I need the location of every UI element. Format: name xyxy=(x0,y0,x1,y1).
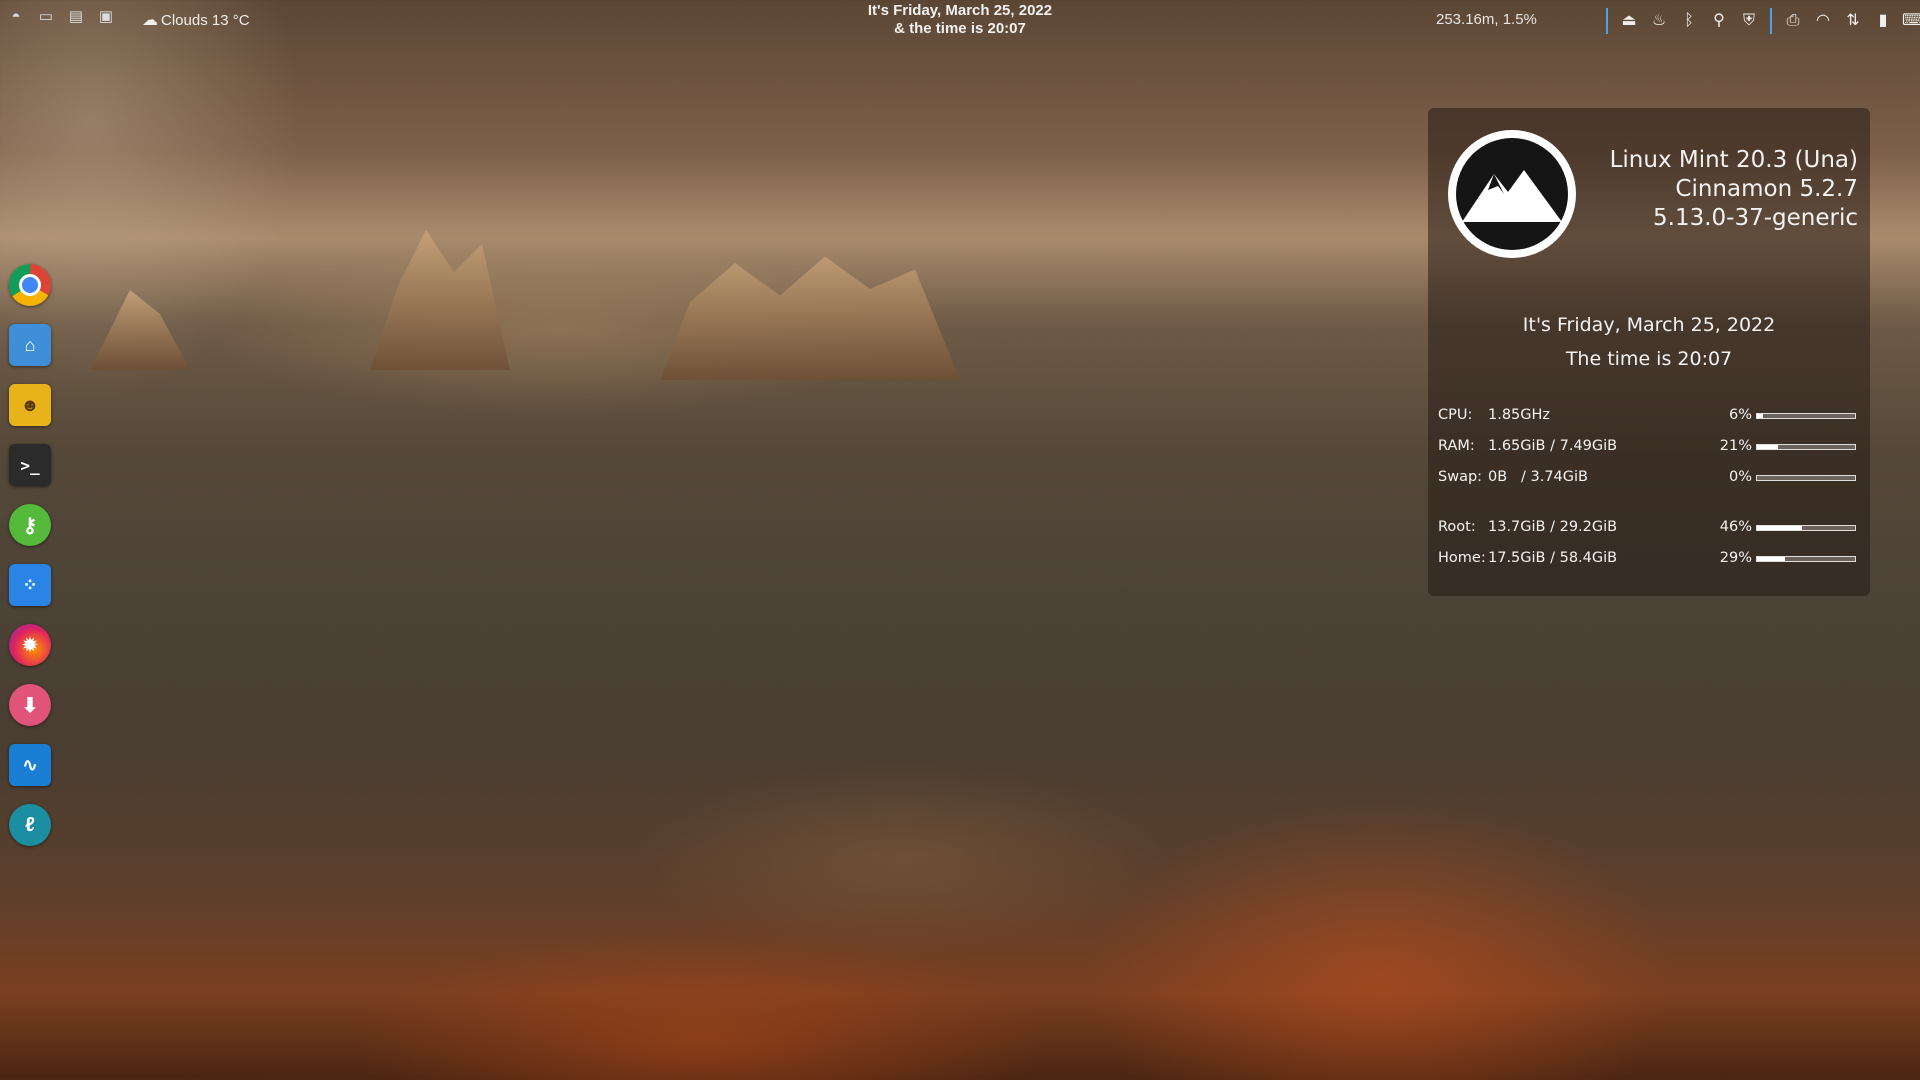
system-info: Linux Mint 20.3 (Una) Cinnamon 5.2.7 5.1… xyxy=(1610,146,1858,233)
ram-percent: 21% xyxy=(1719,438,1752,454)
folder-icon[interactable]: ▭ xyxy=(36,8,56,26)
conky-datetime: It's Friday, March 25, 2022 The time is … xyxy=(1428,308,1870,376)
conky-widget: Linux Mint 20.3 (Una) Cinnamon 5.2.7 5.1… xyxy=(1428,108,1870,596)
home-label: Home: xyxy=(1438,550,1486,566)
wifi-icon[interactable]: ◠ xyxy=(1812,10,1834,32)
conky-date: It's Friday, March 25, 2022 xyxy=(1522,314,1776,336)
kernel-version: 5.13.0-37-generic xyxy=(1653,205,1858,231)
terminal-launcher[interactable]: >_ xyxy=(9,444,51,486)
home-value: 17.5GiB / 58.4GiB xyxy=(1488,550,1618,566)
cloud-icon: ☁ xyxy=(142,12,158,29)
wallpaper-rock-formation xyxy=(370,230,510,370)
root-value: 13.7GiB / 29.2GiB xyxy=(1488,519,1618,535)
root-disk-row: Root: 13.7GiB / 29.2GiB 46% xyxy=(1438,512,1862,543)
shield-icon[interactable]: ⛨ xyxy=(1738,10,1760,32)
cpu-bar-fill xyxy=(1757,414,1763,418)
chrome-icon xyxy=(19,274,41,296)
bot-launcher[interactable]: ☻ xyxy=(9,384,51,426)
clock-line-2: & the time is 20:07 xyxy=(894,20,1026,37)
tray-separator xyxy=(1770,8,1772,34)
display-icon[interactable]: ▣ xyxy=(96,8,116,26)
firefox-launcher[interactable]: ✹ xyxy=(9,624,51,666)
waveform-icon: ∿ xyxy=(22,754,38,775)
download-launcher[interactable]: ⬇ xyxy=(9,684,51,726)
files-launcher[interactable]: ⌂ xyxy=(9,324,51,366)
wallpaper-rock-formation xyxy=(90,290,190,370)
weather-applet[interactable]: ☁ Clouds 13 °C xyxy=(142,10,250,30)
ram-value: 1.65GiB / 7.49GiB xyxy=(1488,438,1618,454)
wallpaper-rock-formation xyxy=(660,256,960,380)
terminal-icon: >_ xyxy=(20,455,40,475)
ram-bar xyxy=(1756,444,1856,450)
firefox-icon: ✹ xyxy=(22,634,38,655)
top-panel: ◓ ▭ ▤ ▣ ☁ Clouds 13 °C It's Friday, March… xyxy=(0,0,1920,40)
robot-icon: ☻ xyxy=(20,394,40,415)
weather-text: Clouds 13 °C xyxy=(161,12,250,29)
swap-row: Swap: 0B / 3.74GiB 0% xyxy=(1438,462,1862,493)
tray-separator xyxy=(1606,8,1608,34)
printer-icon[interactable]: ⎙ xyxy=(1782,10,1804,32)
battery-icon[interactable]: ▮ xyxy=(1872,10,1894,32)
nodes-icon: ⁘ xyxy=(22,574,38,595)
cpu-bar xyxy=(1756,413,1856,419)
network-icon[interactable]: ⇅ xyxy=(1842,10,1864,32)
system-tray: ⏏ ♨ ᛒ ⚲ ⛨ ⎙ ◠ ⇅ ▮ ⌨ ▰ xyxy=(1604,8,1920,34)
conky-time: The time is 20:07 xyxy=(1565,348,1733,370)
system-monitor-icon[interactable]: ▤ xyxy=(66,8,86,26)
home-percent: 29% xyxy=(1719,550,1752,566)
stats-spacer xyxy=(1438,493,1862,512)
bluetooth-icon[interactable]: ᛒ xyxy=(1678,10,1700,32)
cpu-row: CPU: 1.85GHz 6% xyxy=(1438,400,1862,431)
panel-clock[interactable]: It's Friday, March 25, 2022 & the time i… xyxy=(840,2,1080,38)
home-folder-icon: ⌂ xyxy=(24,334,36,355)
ram-bar-fill xyxy=(1757,445,1778,449)
clock-line-1: It's Friday, March 25, 2022 xyxy=(867,2,1053,19)
home-bar xyxy=(1756,556,1856,562)
root-label: Root: xyxy=(1438,519,1476,535)
network-monitor[interactable]: 253.16m, 1.5% xyxy=(1436,11,1537,28)
desktop-version: Cinnamon 5.2.7 xyxy=(1675,176,1858,202)
mountain-icon xyxy=(1456,138,1568,250)
cinnamon-logo xyxy=(1448,130,1576,258)
chrome-launcher[interactable] xyxy=(9,264,51,306)
ram-label: RAM: xyxy=(1438,438,1475,454)
redshift-icon[interactable]: ♨ xyxy=(1648,10,1670,32)
distro-name: Linux Mint 20.3 (Una) xyxy=(1609,147,1858,173)
cpu-percent: 6% xyxy=(1728,407,1752,423)
swap-label: Swap: xyxy=(1438,469,1483,485)
removable-drive-icon[interactable]: ⏏ xyxy=(1618,10,1640,32)
keys-launcher[interactable]: ⚷ xyxy=(9,504,51,546)
cpu-value: 1.85GHz xyxy=(1488,407,1551,423)
feather-icon: ℓ xyxy=(25,813,35,836)
root-bar-fill xyxy=(1757,526,1803,530)
root-percent: 46% xyxy=(1719,519,1752,535)
root-bar xyxy=(1756,525,1856,531)
side-dock: ⌂ ☻ >_ ⚷ ⁘ ✹ ⬇ ∿ ℓ xyxy=(6,264,54,864)
download-icon: ⬇ xyxy=(21,694,39,717)
keyboard-icon[interactable]: ⌨ xyxy=(1902,10,1920,32)
cpu-label: CPU: xyxy=(1438,407,1473,423)
key-icon: ⚷ xyxy=(22,514,38,537)
swap-percent: 0% xyxy=(1728,469,1752,485)
home-bar-fill xyxy=(1757,557,1786,561)
panel-launchers: ◓ ▭ ▤ ▣ xyxy=(6,8,116,26)
ram-row: RAM: 1.65GiB / 7.49GiB 21% xyxy=(1438,431,1862,462)
swap-value: 0B / 3.74GiB xyxy=(1488,469,1588,485)
location-icon[interactable]: ⚲ xyxy=(1708,10,1730,32)
swap-bar xyxy=(1756,475,1856,481)
waveform-launcher[interactable]: ∿ xyxy=(9,744,51,786)
feather-launcher[interactable]: ℓ xyxy=(9,804,51,846)
flows-launcher[interactable]: ⁘ xyxy=(9,564,51,606)
mint-menu-icon[interactable]: ◓ xyxy=(6,8,26,26)
home-disk-row: Home: 17.5GiB / 58.4GiB 29% xyxy=(1438,543,1862,574)
resource-stats: CPU: 1.85GHz 6% RAM: 1.65GiB / 7.49GiB 2… xyxy=(1438,400,1862,574)
